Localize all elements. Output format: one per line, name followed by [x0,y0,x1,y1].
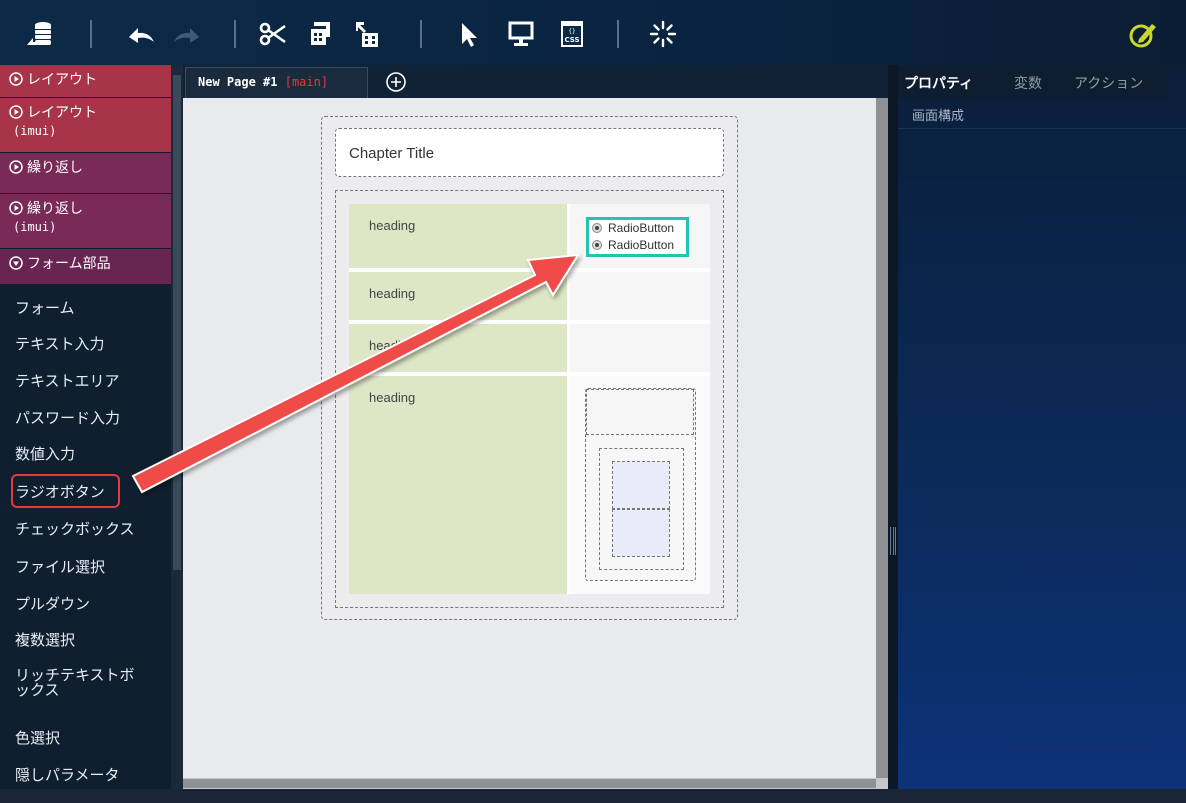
radio-icon [592,223,602,233]
value-cell[interactable] [570,272,710,320]
category-sublabel: (imui) [13,124,57,138]
undo-icon[interactable] [124,17,158,51]
canvas-horizontal-thumb[interactable] [183,779,876,788]
cut-icon[interactable] [256,17,290,51]
category-label: 繰り返し [27,160,83,176]
tab-actions[interactable]: アクション [1074,73,1143,93]
toolbar-separator [234,20,236,48]
palette-item-rich-textbox[interactable]: リッチテキストボ ックス [0,668,171,698]
value-cell[interactable] [570,324,710,372]
palette-item-checkbox[interactable]: チェックボックス [0,518,171,539]
expanded-circle-icon [9,256,23,270]
radio-label: RadioButton [608,238,675,252]
chapter-box[interactable]: Chapter Title [335,128,724,177]
sidebar-scrollbar[interactable] [171,65,183,803]
play-circle-icon [9,105,23,119]
play-circle-icon [9,72,23,86]
canvas-vertical-thumb[interactable] [876,98,888,778]
panel-splitter[interactable] [888,65,898,789]
category-label: レイアウト [27,105,97,121]
category-repeat-imui[interactable]: 繰り返し (imui) [0,194,171,248]
app-window: {} CSS レイアウト レイアウト (imui) 繰り返し 繰り返し (imui) … [0,0,1186,803]
edit-pencil-icon[interactable] [1126,17,1160,51]
status-strip [0,789,1186,803]
nested-cell[interactable] [612,461,670,509]
move-icon[interactable] [350,17,384,51]
properties-tabbar: プロパティ 変数 アクション [898,65,1168,98]
svg-text:CSS: CSS [564,36,579,44]
radio-button-highlight [11,474,120,508]
canvas-horizontal-scrollbar[interactable] [183,778,888,789]
sidebar-scrollbar-thumb[interactable] [173,75,181,570]
database-icon[interactable] [22,17,56,51]
category-label: レイアウト [27,72,97,88]
palette-item-textarea[interactable]: テキストエリア [0,370,171,391]
heading-label: heading [369,390,416,405]
properties-panel: プロパティ 変数 アクション 画面構成 [898,65,1186,789]
palette-item-multi-select[interactable]: 複数選択 [0,629,171,650]
pointer-icon[interactable] [452,17,486,51]
rich-textbox-label-line2: ックス [15,681,60,699]
loading-icon[interactable] [646,17,680,51]
design-canvas[interactable]: Chapter Title heading heading heading he… [183,98,876,778]
redo-icon[interactable] [170,17,204,51]
heading-cell[interactable]: heading [349,204,567,268]
category-layout[interactable]: レイアウト [0,65,171,97]
palette-item-text-input[interactable]: テキスト入力 [0,333,171,354]
tab-properties[interactable]: プロパティ [904,73,973,93]
screen-structure-label[interactable]: 画面構成 [912,105,964,124]
palette-item-password-input[interactable]: パスワード入力 [0,407,171,428]
tab-title: New Page #1 [198,75,278,89]
heading-label: heading [369,286,416,301]
svg-text:{}: {} [568,28,575,35]
category-form-parts[interactable]: フォーム部品 [0,249,171,284]
palette-item-form[interactable]: フォーム [0,297,171,318]
component-palette: レイアウト レイアウト (imui) 繰り返し 繰り返し (imui) フォーム部品… [0,65,183,803]
tab-variables[interactable]: 変数 [1014,73,1042,93]
palette-item-color-select[interactable]: 色選択 [0,727,171,748]
category-layout-imui[interactable]: レイアウト (imui) [0,98,171,152]
toolbar-separator [420,20,422,48]
category-repeat[interactable]: 繰り返し [0,153,171,193]
splitter-grip-icon[interactable] [890,527,896,555]
category-label: 繰り返し [27,201,83,217]
nested-top-box[interactable] [586,389,694,435]
monitor-icon[interactable] [504,17,538,51]
radio-icon [592,240,602,250]
heading-label: heading [369,338,416,353]
category-sublabel: (imui) [13,220,57,234]
heading-label: heading [369,218,416,233]
add-tab-icon[interactable] [385,71,407,93]
heading-cell[interactable]: heading [349,376,567,594]
panel-divider [898,128,1186,129]
palette-item-number-input[interactable]: 数値入力 [0,443,171,464]
nested-cell[interactable] [612,509,670,557]
radio-button-group[interactable]: RadioButton RadioButton [586,217,689,257]
heading-cell[interactable]: heading [349,272,567,320]
palette-item-pulldown[interactable]: プルダウン [0,593,171,614]
copy-icon[interactable] [304,17,338,51]
canvas-vertical-scrollbar[interactable] [876,98,888,778]
heading-cell[interactable]: heading [349,324,567,372]
palette-item-hidden-parameter[interactable]: 隠しパラメータ [0,764,171,785]
radio-label: RadioButton [608,221,675,235]
css-icon[interactable]: {} CSS [555,17,589,51]
play-circle-icon [9,201,23,215]
category-label: フォーム部品 [27,256,111,272]
toolbar: {} CSS [0,0,1186,65]
page-tabbar: New Page #1 [main] [183,65,888,98]
palette-item-file-select[interactable]: ファイル選択 [0,556,171,577]
toolbar-separator [617,20,619,48]
tab-new-page[interactable]: New Page #1 [main] [185,67,368,98]
toolbar-separator [90,20,92,48]
tab-branch: [main] [284,75,329,89]
play-circle-icon [9,160,23,174]
chapter-title: Chapter Title [349,145,435,162]
